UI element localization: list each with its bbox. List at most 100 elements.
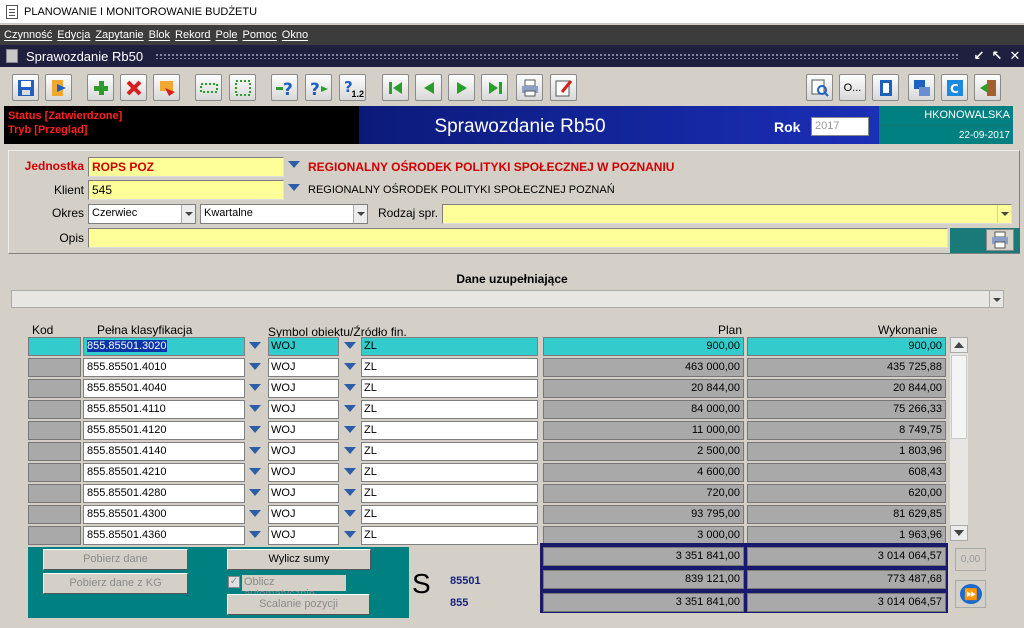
delete-record-button[interactable] bbox=[120, 74, 147, 101]
zrodlo-cell[interactable]: ZL bbox=[361, 526, 538, 545]
table-row[interactable]: 855.85501.4300 WOJ ZL 93 795,00 81 629,8… bbox=[0, 505, 1024, 526]
calc-button[interactable]: C bbox=[941, 74, 968, 101]
wylicz-sumy-button[interactable]: Wylicz sumy bbox=[227, 549, 371, 570]
edit-button[interactable] bbox=[550, 74, 577, 101]
plan-cell[interactable]: 11 000,00 bbox=[543, 421, 744, 440]
table-row[interactable]: 855.85501.4210 WOJ ZL 4 600,00 608,43 bbox=[0, 463, 1024, 484]
wykonanie-cell[interactable]: 75 266,33 bbox=[747, 400, 946, 419]
wykonanie-cell[interactable]: 8 749,75 bbox=[747, 421, 946, 440]
klasyfikacja-cell[interactable]: 855.85501.4040 bbox=[83, 379, 245, 398]
execute-query-button[interactable]: ? bbox=[305, 74, 332, 101]
klient-dropdown-icon[interactable] bbox=[287, 181, 301, 197]
klasyfikacja-cell[interactable]: 855.85501.4110 bbox=[83, 400, 245, 419]
count-query-button[interactable]: ? 1.2 bbox=[339, 74, 366, 101]
symbol-cell[interactable]: WOJ bbox=[268, 442, 339, 461]
symbol-cell[interactable]: WOJ bbox=[268, 463, 339, 482]
klasyfikacja-dropdown-icon[interactable] bbox=[248, 381, 262, 397]
zrodlo-dropdown-icon[interactable] bbox=[343, 339, 357, 355]
zrodlo-cell[interactable]: ZL bbox=[361, 358, 538, 377]
klasyfikacja-dropdown-icon[interactable] bbox=[248, 528, 262, 544]
rodzaj-field[interactable] bbox=[442, 204, 1012, 224]
klasyfikacja-dropdown-icon[interactable] bbox=[248, 486, 262, 502]
zrodlo-dropdown-icon[interactable] bbox=[343, 444, 357, 460]
plan-cell[interactable]: 720,00 bbox=[543, 484, 744, 503]
menu-zapytanie[interactable]: Zapytanie bbox=[95, 29, 143, 41]
kod-cell[interactable] bbox=[28, 337, 81, 356]
klasyfikacja-cell[interactable]: 855.85501.4010 bbox=[83, 358, 245, 377]
previous-record-button[interactable] bbox=[415, 74, 442, 101]
save-button[interactable] bbox=[12, 74, 39, 101]
notes-button[interactable] bbox=[872, 74, 899, 101]
zrodlo-cell[interactable]: ZL bbox=[361, 337, 538, 356]
kod-cell[interactable] bbox=[28, 526, 81, 545]
wykonanie-cell[interactable]: 608,43 bbox=[747, 463, 946, 482]
scroll-down-icon[interactable] bbox=[950, 525, 968, 541]
fast-forward-button[interactable]: ⏩ bbox=[955, 580, 986, 608]
opis-field[interactable] bbox=[88, 228, 948, 248]
wykonanie-cell[interactable]: 81 629,85 bbox=[747, 505, 946, 524]
wykonanie-cell[interactable]: 1 803,96 bbox=[747, 442, 946, 461]
klasyfikacja-cell[interactable]: 855.85501.4210 bbox=[83, 463, 245, 482]
table-row[interactable]: 855.85501.4110 WOJ ZL 84 000,00 75 266,3… bbox=[0, 400, 1024, 421]
klasyfikacja-dropdown-icon[interactable] bbox=[248, 465, 262, 481]
windows-button[interactable] bbox=[908, 74, 935, 101]
insert-record-button[interactable] bbox=[87, 74, 114, 101]
zrodlo-dropdown-icon[interactable] bbox=[343, 423, 357, 439]
wykonanie-cell[interactable]: 620,00 bbox=[747, 484, 946, 503]
symbol-cell[interactable]: WOJ bbox=[268, 421, 339, 440]
klasyfikacja-dropdown-icon[interactable] bbox=[248, 339, 262, 355]
menu-blok[interactable]: Blok bbox=[149, 29, 170, 41]
menu-okno[interactable]: Okno bbox=[282, 29, 308, 41]
plan-cell[interactable]: 2 500,00 bbox=[543, 442, 744, 461]
symbol-cell[interactable]: WOJ bbox=[268, 484, 339, 503]
kod-cell[interactable] bbox=[28, 505, 81, 524]
pobierz-dane-button[interactable]: Pobierz dane bbox=[43, 549, 188, 570]
okres-type-select[interactable]: Kwartalne bbox=[200, 204, 368, 224]
close-icon[interactable]: ✕ bbox=[1006, 48, 1024, 64]
zrodlo-dropdown-icon[interactable] bbox=[343, 402, 357, 418]
year-field[interactable]: 2017 bbox=[811, 117, 869, 136]
zrodlo-cell[interactable]: ZL bbox=[361, 379, 538, 398]
table-row[interactable]: 855.85501.4140 WOJ ZL 2 500,00 1 803,96 bbox=[0, 442, 1024, 463]
plan-cell[interactable]: 463 000,00 bbox=[543, 358, 744, 377]
zrodlo-dropdown-icon[interactable] bbox=[343, 528, 357, 544]
klasyfikacja-dropdown-icon[interactable] bbox=[248, 507, 262, 523]
zrodlo-cell[interactable]: ZL bbox=[361, 484, 538, 503]
logout-button[interactable] bbox=[974, 74, 1001, 101]
kod-cell[interactable] bbox=[28, 442, 81, 461]
scalanie-button[interactable]: Scalanie pozycji bbox=[227, 594, 370, 615]
menu-edycja[interactable]: Edycja bbox=[57, 29, 90, 41]
options-button[interactable]: O... bbox=[839, 74, 866, 101]
klasyfikacja-cell[interactable]: 855.85501.4280 bbox=[83, 484, 245, 503]
kod-cell[interactable] bbox=[28, 358, 81, 377]
preview-button[interactable] bbox=[806, 74, 833, 101]
jednostka-field[interactable]: ROPS POZ bbox=[88, 157, 284, 177]
klasyfikacja-dropdown-icon[interactable] bbox=[248, 423, 262, 439]
kod-cell[interactable] bbox=[28, 421, 81, 440]
zrodlo-cell[interactable]: ZL bbox=[361, 421, 538, 440]
table-scrollbar[interactable] bbox=[950, 337, 968, 541]
symbol-cell[interactable]: WOJ bbox=[268, 505, 339, 524]
menu-rekord[interactable]: Rekord bbox=[175, 29, 210, 41]
table-row[interactable]: 855.85501.4040 WOJ ZL 20 844,00 20 844,0… bbox=[0, 379, 1024, 400]
plan-cell[interactable]: 4 600,00 bbox=[543, 463, 744, 482]
menu-czynnosc[interactable]: Czynność bbox=[4, 29, 52, 41]
dane-uzupelniajace-select[interactable] bbox=[11, 290, 1004, 308]
kod-cell[interactable] bbox=[28, 379, 81, 398]
zrodlo-cell[interactable]: ZL bbox=[361, 442, 538, 461]
kod-cell[interactable] bbox=[28, 484, 81, 503]
jednostka-dropdown-icon[interactable] bbox=[287, 158, 301, 174]
symbol-cell[interactable]: WOJ bbox=[268, 379, 339, 398]
oblicz-auto-checkbox[interactable]: ✓ bbox=[228, 576, 240, 588]
klasyfikacja-cell[interactable]: 855.85501.4120 bbox=[83, 421, 245, 440]
maximize-icon[interactable]: ↖ bbox=[988, 48, 1006, 64]
zrodlo-dropdown-icon[interactable] bbox=[343, 465, 357, 481]
zrodlo-dropdown-icon[interactable] bbox=[343, 486, 357, 502]
zrodlo-dropdown-icon[interactable] bbox=[343, 360, 357, 376]
kod-cell[interactable] bbox=[28, 400, 81, 419]
zrodlo-dropdown-icon[interactable] bbox=[343, 507, 357, 523]
symbol-cell[interactable]: WOJ bbox=[268, 337, 339, 356]
chevron-down-icon[interactable] bbox=[181, 205, 195, 223]
minimize-icon[interactable]: ↙ bbox=[970, 48, 988, 64]
klasyfikacja-cell[interactable]: 855.85501.3020 bbox=[83, 337, 245, 356]
